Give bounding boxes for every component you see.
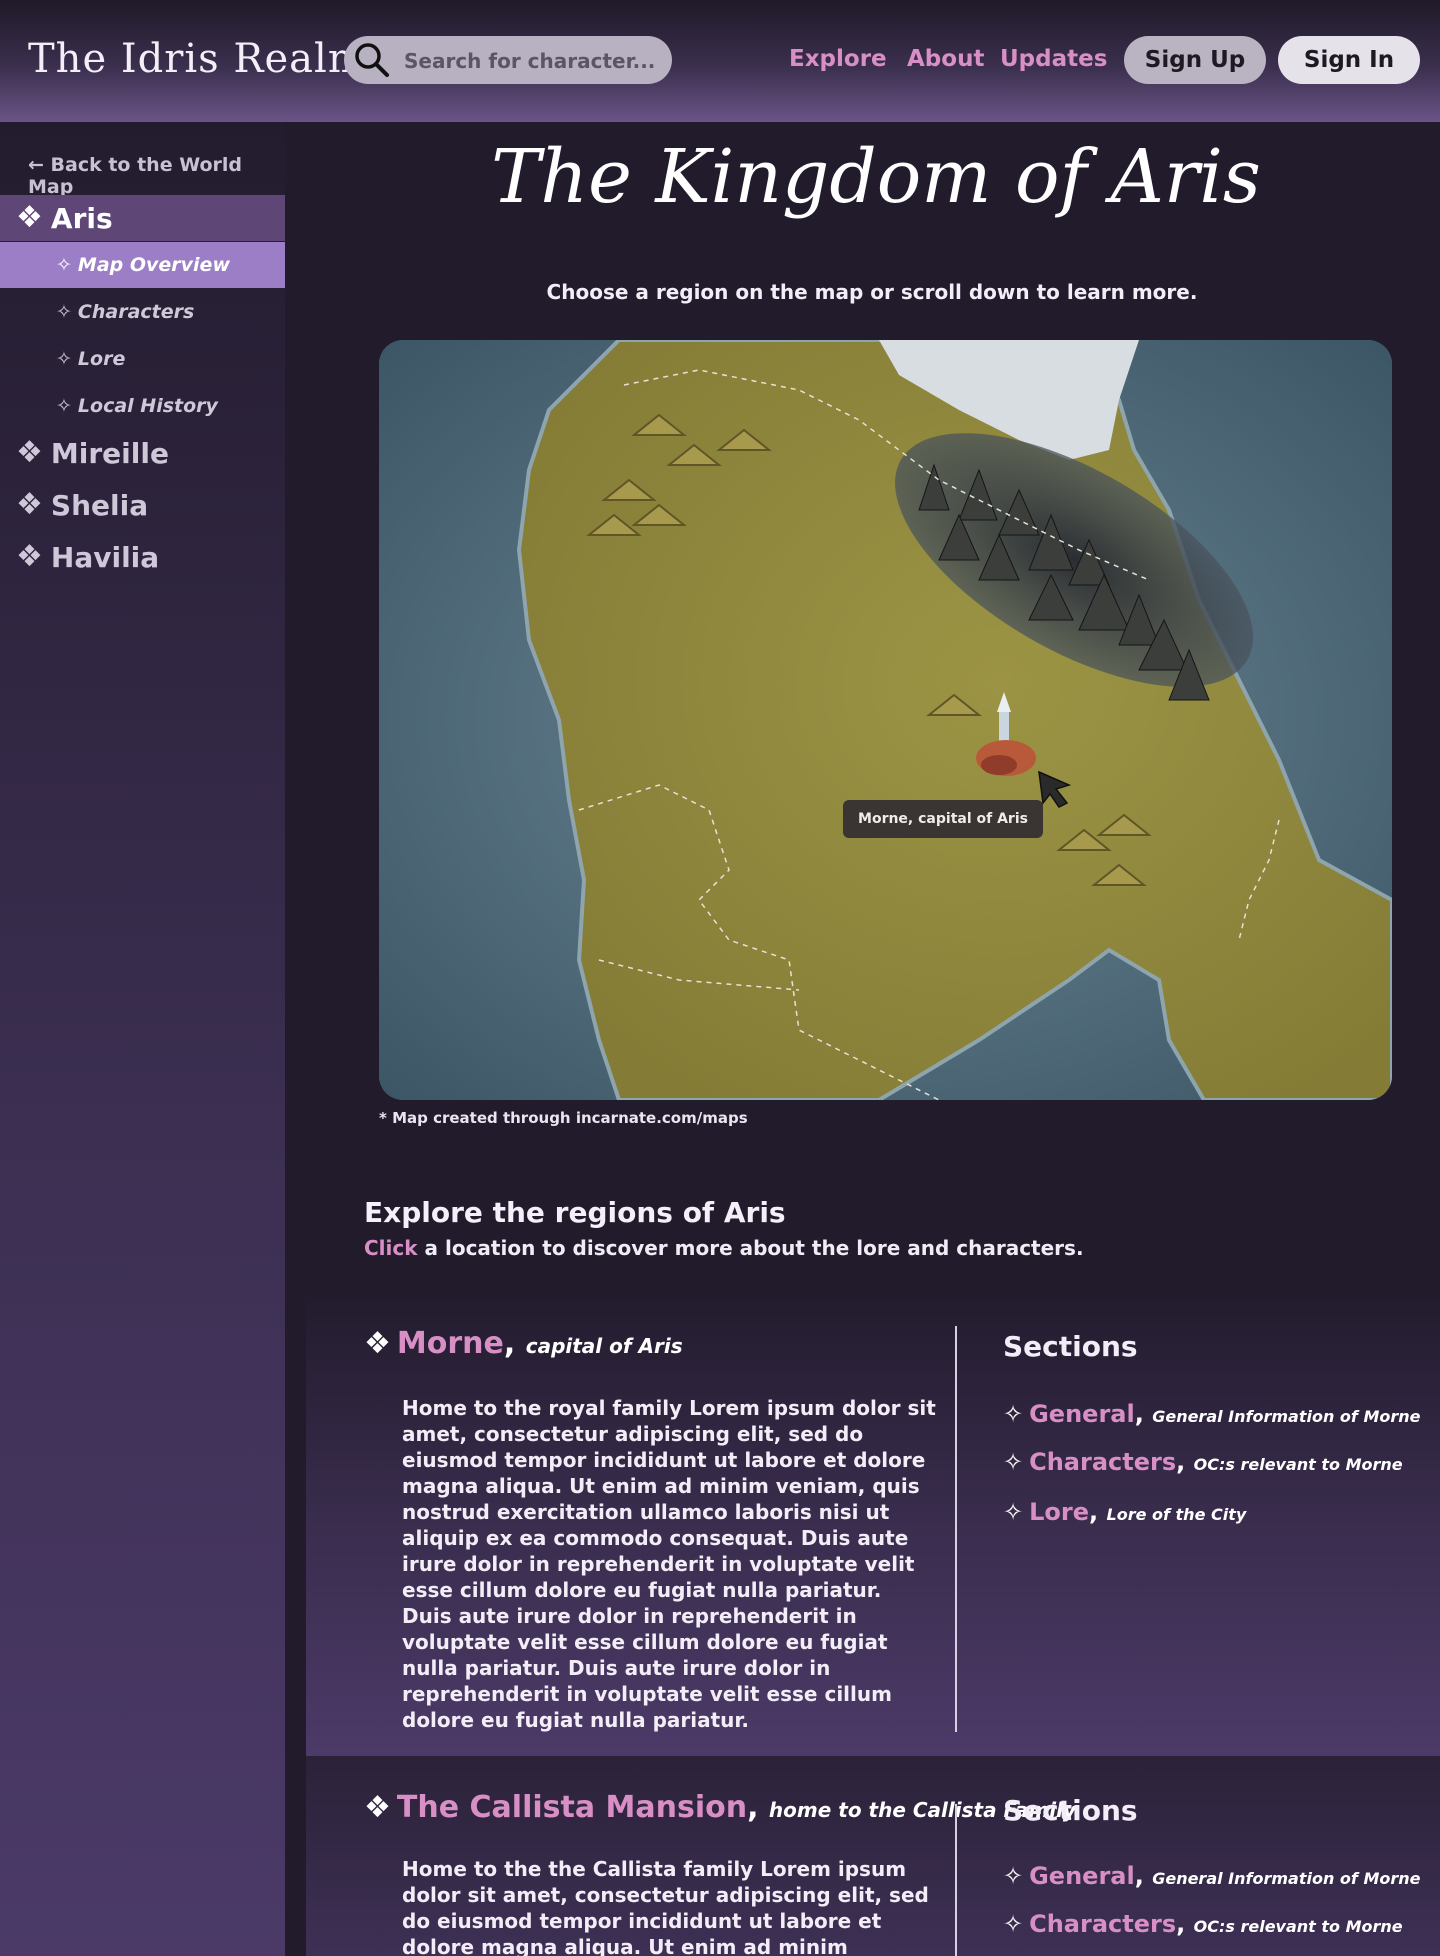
region-card-callista-mansion: ❖ The Callista Mansion, home to the Calli… [306,1756,1440,1956]
region-paragraph: Home to the the Callista family Lorem ip… [402,1857,929,1956]
four-point-star-icon: ✧ [56,301,72,323]
region-name: The Callista Mansion [396,1790,748,1825]
sidebar-region-label: Mireille [50,436,169,470]
section-link-characters[interactable]: ✧ Characters, OC:s relevant to Morne [1003,1448,1403,1476]
sidebar-item-label: Characters [77,301,195,323]
top-header: The Idris Realm Search for character... … [0,0,1440,122]
diamond-cluster-icon: ❖ [364,1790,391,1825]
section-link-characters[interactable]: ✧ Characters, OC:s relevant to Morne [1003,1910,1403,1938]
region-name: Morne [396,1326,504,1361]
diamond-cluster-icon: ❖ [16,539,43,574]
sidebar-item-lore[interactable]: ✧ Lore [0,336,285,382]
sidebar-item-label: Map Overview [77,254,230,276]
sidebar-region-label: Havilia [50,540,160,574]
section-link-general[interactable]: ✧ General, General Information of Morne [1003,1400,1420,1428]
kingdom-map[interactable]: Morne, capital of Aris [379,340,1392,1100]
sidebar-region-aris[interactable]: ❖ Aris [0,195,285,241]
sections-heading: Sections [1003,1330,1138,1363]
back-to-world-map-link[interactable]: ← Back to the World Map [28,154,285,198]
sign-up-button[interactable]: Sign Up [1124,36,1266,84]
click-accent-text: Click [364,1236,418,1260]
search-icon [355,43,389,77]
region-paragraph: Duis aute irure dolor in reprehenderit i… [402,1604,892,1732]
four-point-star-icon: ✧ [1003,1910,1024,1938]
site-logo[interactable]: The Idris Realm [28,36,367,82]
page-subtitle: Choose a region on the map or scroll dow… [546,280,1198,304]
diamond-cluster-icon: ❖ [16,487,43,522]
sidebar-item-characters[interactable]: ✧ Characters [0,289,285,335]
region-title[interactable]: ❖ Morne, capital of Aris [364,1326,683,1361]
diamond-cluster-icon: ❖ [16,435,43,470]
explore-subheading-rest: a location to discover more about the lo… [417,1236,1084,1260]
sign-in-button[interactable]: Sign In [1278,36,1420,84]
region-card-morne: ❖ Morne, capital of Aris Home to the roya… [306,1300,1440,1756]
section-link-lore[interactable]: ✧ Lore, Lore of the City [1003,1498,1246,1526]
sidebar-region-label: Shelia [50,488,149,522]
search-box[interactable]: Search for character... [344,36,672,84]
four-point-star-icon: ✧ [1003,1498,1024,1526]
map-tooltip-morne[interactable]: Morne, capital of Aris [843,800,1043,838]
four-point-star-icon: ✧ [56,254,72,276]
sidebar-region-havilia[interactable]: ❖ Havilia [0,534,285,580]
map-illustration [379,340,1392,1100]
map-credit: * Map created through incarnate.com/maps [379,1109,748,1127]
four-point-star-icon: ✧ [1003,1448,1024,1476]
region-title[interactable]: ❖ The Callista Mansion, home to the Calli… [364,1790,1076,1825]
sidebar-region-mireille[interactable]: ❖ Mireille [0,430,285,476]
region-paragraph: Home to the royal family Lorem ipsum dol… [402,1396,936,1602]
sidebar-region-label: Aris [50,201,113,235]
region-tagline: capital of Aris [525,1334,683,1358]
sidebar-region-shelia[interactable]: ❖ Shelia [0,482,285,528]
section-link-general[interactable]: ✧ General, General Information of Morne [1003,1862,1420,1890]
page-title: The Kingdom of Aris [491,134,1261,220]
four-point-star-icon: ✧ [1003,1862,1024,1890]
nav-about[interactable]: About [907,46,984,72]
explore-heading: Explore the regions of Aris [364,1196,786,1229]
section-divider [955,1804,957,1956]
sections-heading: Sections [1003,1794,1138,1827]
four-point-star-icon: ✧ [56,395,72,417]
sidebar-item-map-overview[interactable]: ✧ Map Overview [0,242,285,288]
nav-updates[interactable]: Updates [1000,46,1107,72]
sidebar: ← Back to the World Map ❖ Aris ✧ Map Ove… [0,122,285,1956]
diamond-cluster-icon: ❖ [16,200,43,235]
search-input[interactable]: Search for character... [404,49,655,73]
sidebar-item-label: Local History [77,395,218,417]
four-point-star-icon: ✧ [1003,1400,1024,1428]
section-divider [955,1326,957,1732]
explore-subheading: Click a location to discover more about … [364,1236,1084,1260]
diamond-cluster-icon: ❖ [364,1326,391,1361]
four-point-star-icon: ✧ [56,348,72,370]
nav-explore[interactable]: Explore [789,46,887,72]
sidebar-item-label: Lore [77,348,126,370]
sidebar-item-local-history[interactable]: ✧ Local History [0,383,285,429]
